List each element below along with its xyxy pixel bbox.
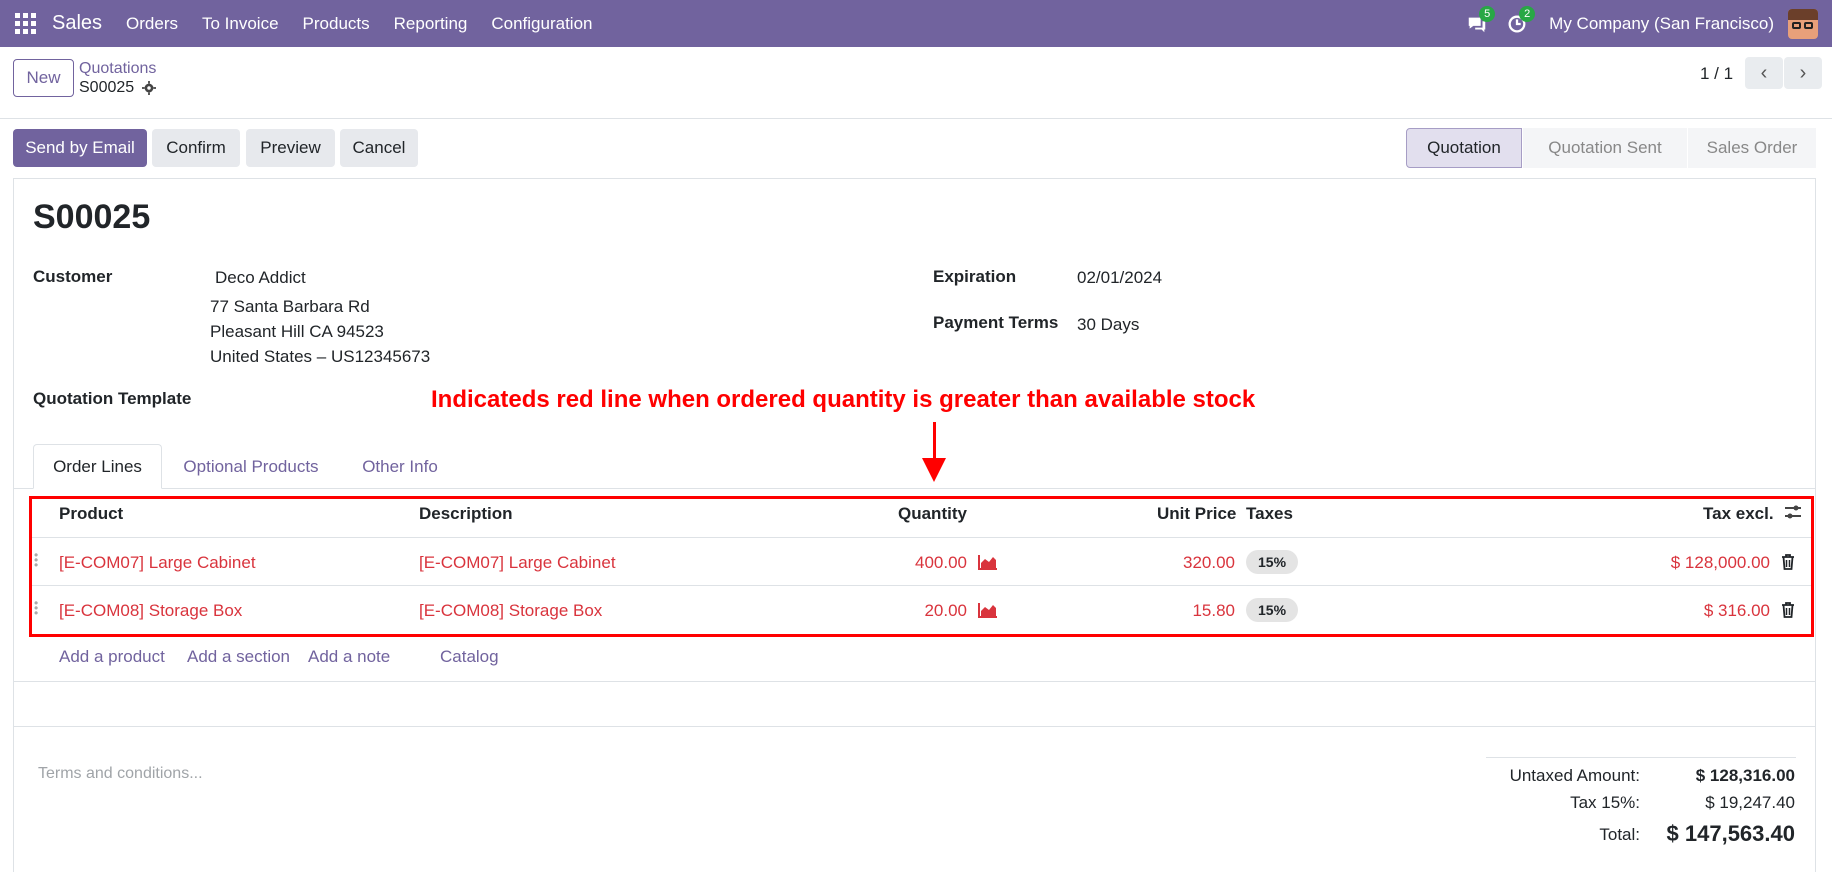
company-switcher[interactable]: My Company (San Francisco)	[1549, 14, 1774, 34]
pager-previous-button[interactable]: ‹	[1745, 57, 1783, 89]
customer-address-line2: Pleasant Hill CA 94523	[210, 322, 384, 341]
chevron-right-icon: ›	[1799, 61, 1807, 84]
expiration-field[interactable]: 02/01/2024	[1077, 268, 1162, 288]
total-label: Total:	[1599, 825, 1640, 844]
stage-quotation-sent[interactable]: Quotation Sent	[1523, 128, 1687, 168]
payment-terms-field[interactable]: 30 Days	[1077, 315, 1139, 335]
record-title: S00025	[33, 198, 151, 236]
expiration-label: Expiration	[933, 267, 1017, 286]
stage-quotation[interactable]: Quotation	[1406, 128, 1522, 168]
stage-sales-order[interactable]: Sales Order	[1688, 128, 1816, 168]
customer-address-line1: 77 Santa Barbara Rd	[210, 297, 370, 316]
add-product-link[interactable]: Add a product	[59, 647, 165, 667]
terms-divider	[13, 726, 1816, 727]
add-note-link[interactable]: Add a note	[308, 647, 390, 667]
menu-configuration[interactable]: Configuration	[479, 14, 604, 34]
new-button[interactable]: New	[13, 59, 74, 97]
activities-button[interactable]: 2	[1497, 0, 1537, 47]
lines-bottom-divider	[13, 681, 1816, 682]
app-name[interactable]: Sales	[52, 12, 102, 35]
payment-terms-label: Payment Terms	[933, 313, 1059, 332]
customer-field[interactable]: Deco Addict	[215, 268, 306, 288]
chevron-left-icon: ‹	[1760, 61, 1768, 84]
quotation-template-label: Quotation Template	[33, 389, 192, 408]
tab-order-lines[interactable]: Order Lines	[33, 444, 162, 489]
add-section-link[interactable]: Add a section	[187, 647, 290, 667]
preview-button[interactable]: Preview	[246, 129, 335, 167]
gear-icon[interactable]	[142, 81, 157, 95]
pager-next-button[interactable]: ›	[1784, 57, 1822, 89]
tax-value: $ 19,247.40	[1705, 793, 1795, 812]
totals-divider	[1486, 757, 1796, 758]
apps-menu-icon[interactable]	[15, 12, 37, 35]
untaxed-amount-label: Untaxed Amount:	[1509, 766, 1640, 785]
activities-badge: 2	[1519, 6, 1536, 22]
user-avatar[interactable]	[1788, 8, 1818, 39]
menu-reporting[interactable]: Reporting	[382, 14, 480, 34]
confirm-button[interactable]: Confirm	[152, 129, 240, 167]
untaxed-amount-value: $ 128,316.00	[1695, 766, 1795, 785]
annotation-arrow-head	[922, 458, 946, 482]
annotation-arrow	[933, 422, 936, 460]
send-by-email-button[interactable]: Send by Email	[13, 129, 147, 167]
breadcrumb-current-label: S00025	[79, 79, 135, 96]
top-navbar: Sales Orders To Invoice Products Reporti…	[0, 0, 1832, 47]
menu-products[interactable]: Products	[291, 14, 382, 34]
annotation-text: Indicateds red line when ordered quantit…	[431, 386, 1256, 413]
highlight-box	[29, 496, 1814, 637]
tab-optional-products[interactable]: Optional Products	[170, 444, 332, 489]
menu-to-invoice[interactable]: To Invoice	[190, 14, 291, 34]
catalog-link[interactable]: Catalog	[440, 647, 499, 667]
control-panel-divider	[0, 118, 1832, 119]
customer-label: Customer	[33, 267, 113, 286]
customer-address-line3: United States – US12345673	[210, 347, 431, 366]
cancel-button[interactable]: Cancel	[340, 129, 418, 167]
tab-other-info[interactable]: Other Info	[345, 444, 455, 489]
breadcrumb-quotations[interactable]: Quotations	[79, 60, 156, 78]
tax-label: Tax 15%:	[1570, 793, 1640, 812]
messages-badge: 5	[1479, 6, 1496, 22]
breadcrumb-current: S00025	[79, 79, 157, 97]
messages-button[interactable]: 5	[1457, 0, 1497, 47]
menu-orders[interactable]: Orders	[114, 14, 190, 34]
total-value: $ 147,563.40	[1666, 821, 1795, 846]
pager-value[interactable]: 1 / 1	[1700, 64, 1733, 84]
terms-and-conditions-field[interactable]: Terms and conditions...	[38, 765, 203, 783]
